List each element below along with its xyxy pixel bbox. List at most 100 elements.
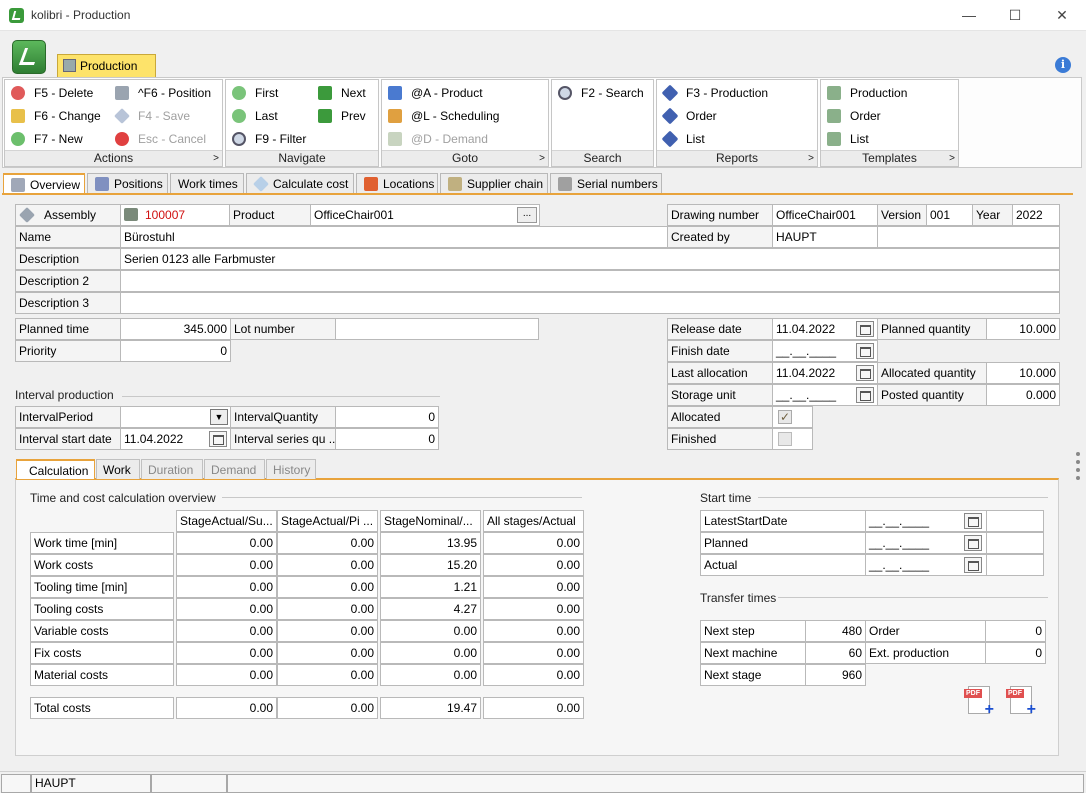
group-label[interactable]: Actions > — [5, 150, 222, 166]
next-machine-field[interactable]: 60 — [805, 642, 866, 664]
interval-start-calendar-icon[interactable] — [209, 431, 227, 447]
start-time-calendar-icon[interactable] — [964, 557, 982, 573]
goto-demand-button[interactable]: @D - Demand — [388, 129, 488, 150]
tab-supplier-chain[interactable]: Supplier chain — [440, 173, 548, 194]
new-icon — [11, 131, 25, 146]
tab-serial-numbers[interactable]: Serial numbers — [550, 173, 662, 194]
planned-time-field[interactable]: 345.000 — [120, 318, 231, 340]
group-name: Navigate — [278, 151, 326, 165]
name-field[interactable]: Bürostuhl — [120, 226, 668, 248]
calc-column-header[interactable]: StageActual/Su... — [176, 510, 277, 532]
interval-quantity-field[interactable]: 0 — [335, 406, 439, 428]
last-allocation-calendar-icon[interactable] — [856, 365, 874, 381]
delete-button[interactable]: F5 - Delete — [11, 83, 93, 104]
ribbon-tab-production[interactable]: Production — [57, 54, 156, 77]
new-button[interactable]: F7 - New — [11, 129, 83, 150]
first-button[interactable]: First — [232, 83, 278, 104]
pdf-search-add-icon[interactable]: PDF + — [1006, 686, 1036, 718]
tab-positions[interactable]: Positions — [87, 173, 168, 194]
next-button[interactable]: Next — [318, 83, 366, 104]
tab-duration[interactable]: Duration — [141, 459, 203, 479]
tab-calculation[interactable]: Calculation — [16, 459, 95, 479]
template-list-button[interactable]: List — [827, 129, 869, 150]
pdf-add-icon[interactable]: PDF + — [964, 686, 994, 718]
product-browse-button[interactable]: ... — [517, 207, 537, 223]
calc-row-label: Tooling costs — [30, 598, 174, 620]
save-button[interactable]: F4 - Save — [114, 106, 190, 127]
minimize-button[interactable]: — — [953, 4, 985, 26]
finished-label: Finished — [667, 428, 773, 450]
start-time-calendar-icon[interactable] — [964, 535, 982, 551]
last-button[interactable]: Last — [232, 106, 278, 127]
interval-start-date-label: Interval start date — [15, 428, 121, 450]
interval-section-line — [122, 396, 440, 397]
tab-overview[interactable]: Overview — [3, 173, 85, 194]
release-date-calendar-icon[interactable] — [856, 321, 874, 337]
ext-production-field[interactable]: 0 — [985, 642, 1046, 664]
drawing-number-field[interactable]: OfficeChair001 — [772, 204, 878, 226]
chevron-down-icon[interactable]: ▼ — [210, 409, 228, 425]
position-button[interactable]: ^F6 - Position — [115, 83, 211, 104]
created-by-label: Created by — [667, 226, 773, 248]
calc-cell: 0.00 — [176, 554, 277, 576]
finish-date-calendar-icon[interactable] — [856, 343, 874, 359]
maximize-button[interactable]: ☐ — [999, 4, 1031, 26]
order-field[interactable]: 0 — [985, 620, 1046, 642]
filter-button[interactable]: F9 - Filter — [232, 129, 306, 150]
description2-field[interactable] — [120, 270, 1060, 292]
tab-work-times[interactable]: Work times — [170, 173, 244, 194]
next-step-field[interactable]: 480 — [805, 620, 866, 642]
next-machine-label: Next machine — [700, 642, 806, 664]
planned-quantity-field[interactable]: 10.000 — [986, 318, 1060, 340]
description2-label: Description 2 — [15, 270, 121, 292]
group-label[interactable]: Reports > — [657, 150, 817, 166]
year-field[interactable]: 2022 — [1012, 204, 1060, 226]
interval-series-field[interactable]: 0 — [335, 428, 439, 450]
prev-button[interactable]: Prev — [318, 106, 366, 127]
close-button[interactable]: ✕ — [1046, 4, 1078, 26]
tab-demand[interactable]: Demand — [204, 459, 265, 479]
calc-cell: 0.00 — [176, 532, 277, 554]
version-field[interactable]: 001 — [926, 204, 973, 226]
description-field[interactable]: Serien 0123 alle Farbmuster — [120, 248, 1060, 270]
calc-column-header[interactable]: StageNominal/... — [380, 510, 481, 532]
tab-locations[interactable]: Locations — [356, 173, 438, 194]
report-production-button[interactable]: F3 - Production — [661, 83, 768, 104]
group-goto: @A - Product @L - Scheduling @D - Demand… — [381, 79, 549, 167]
template-production-button[interactable]: Production — [827, 83, 907, 104]
tab-calculate-cost[interactable]: Calculate cost — [246, 173, 354, 194]
group-label[interactable]: Goto > — [382, 150, 548, 166]
product-field[interactable]: OfficeChair001 — [310, 204, 540, 226]
allocated-checkbox[interactable]: ✓ — [778, 410, 792, 424]
kolibri-logo-icon[interactable] — [12, 40, 46, 74]
splitter-grip-icon[interactable] — [1076, 452, 1080, 488]
calculate-icon — [253, 176, 269, 192]
info-icon[interactable]: i — [1055, 57, 1071, 73]
storage-unit-calendar-icon[interactable] — [856, 387, 874, 403]
change-button[interactable]: F6 - Change — [11, 106, 101, 127]
next-stage-field[interactable]: 960 — [805, 664, 866, 686]
finished-checkbox[interactable] — [778, 432, 792, 446]
app-icon — [9, 8, 24, 23]
cmd-label: Prev — [341, 109, 366, 123]
group-label[interactable]: Templates > — [821, 150, 958, 166]
template-order-button[interactable]: Order — [827, 106, 881, 127]
tab-history[interactable]: History — [266, 459, 316, 479]
report-list-button[interactable]: List — [661, 129, 705, 150]
lot-number-field[interactable] — [335, 318, 539, 340]
cancel-button[interactable]: Esc - Cancel — [115, 129, 206, 150]
tab-work[interactable]: Work — [96, 459, 140, 479]
goto-scheduling-button[interactable]: @L - Scheduling — [388, 106, 499, 127]
calc-column-header[interactable]: StageActual/Pi ... — [277, 510, 378, 532]
cmd-label: F2 - Search — [581, 86, 644, 100]
description3-field[interactable] — [120, 292, 1060, 314]
goto-product-button[interactable]: @A - Product — [388, 83, 483, 104]
priority-field[interactable]: 0 — [120, 340, 231, 362]
template-icon — [827, 108, 841, 123]
start-time-calendar-icon[interactable] — [964, 513, 982, 529]
expand-arrow-icon: > — [949, 153, 955, 164]
report-order-button[interactable]: Order — [661, 106, 717, 127]
description3-label: Description 3 — [15, 292, 121, 314]
calc-column-header[interactable]: All stages/Actual — [483, 510, 584, 532]
search-button[interactable]: F2 - Search — [558, 83, 644, 104]
